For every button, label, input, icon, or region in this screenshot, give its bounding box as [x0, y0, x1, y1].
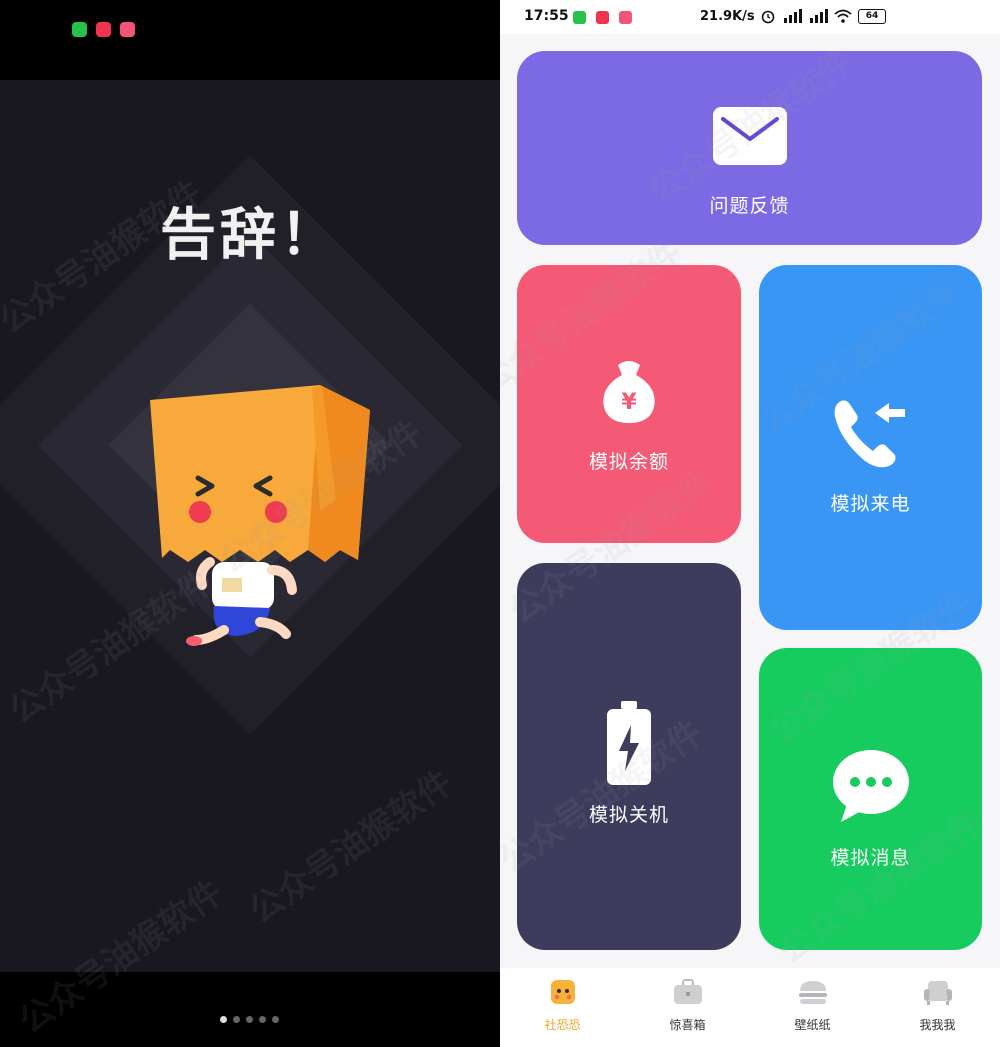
tab-wallpaper[interactable]: 壁纸纸: [750, 968, 875, 1047]
pager-dot[interactable]: [233, 1016, 240, 1023]
signal-icon: [810, 9, 828, 23]
right-screen: 17:55 21.9K/s 64 问题反馈 ¥ 模拟余额 模拟关机 模拟来电 模…: [500, 0, 1000, 1047]
pager-dot[interactable]: [246, 1016, 253, 1023]
fake-call-label: 模拟来电: [830, 493, 911, 515]
wechat-icon: [72, 22, 87, 37]
incoming-call-icon: [834, 400, 905, 468]
money-bag-icon: ¥: [603, 361, 655, 423]
paper-bag-mascot-illustration: [150, 385, 370, 646]
pager-dot[interactable]: [220, 1016, 227, 1023]
alarm-icon: [761, 10, 775, 24]
fake-shutdown-card[interactable]: 模拟关机: [517, 563, 741, 950]
wifi-icon: [834, 9, 852, 23]
tab-social[interactable]: 社恐恐: [500, 968, 625, 1047]
mascot-icon: [550, 980, 575, 1004]
tab-surprise-label: 惊喜箱: [669, 1018, 706, 1032]
farewell-headline: 告辞！: [160, 203, 340, 268]
pager-dots: [220, 1016, 279, 1023]
status-bar: 17:55 21.9K/s 64: [500, 0, 1000, 34]
left-status-bar: [0, 0, 500, 80]
fake-shutdown-label: 模拟关机: [588, 804, 669, 826]
signal-icon: [784, 9, 802, 23]
status-icons: 64: [760, 8, 886, 24]
pager-dot[interactable]: [272, 1016, 279, 1023]
battery-icon: [607, 701, 651, 785]
fake-call-card[interactable]: 模拟来电: [759, 265, 982, 630]
network-speed: 21.9K/s: [700, 9, 755, 24]
tab-social-label: 社恐恐: [544, 1018, 581, 1032]
envelope-icon: [712, 107, 787, 165]
hamburger-icon: [798, 981, 827, 1004]
app-red-icon: [96, 22, 111, 37]
briefcase-icon: [673, 979, 702, 1004]
tab-surprise[interactable]: 惊喜箱: [625, 968, 750, 1047]
battery-indicator: 64: [858, 8, 886, 24]
app-red-icon: [596, 11, 609, 24]
fake-balance-card[interactable]: ¥ 模拟余额: [517, 265, 741, 543]
bottom-tab-bar: 社恐恐 惊喜箱 壁纸纸 我我我: [500, 968, 1000, 1047]
status-time: 17:55: [524, 8, 569, 24]
sofa-icon: [923, 981, 952, 1005]
pager-dot[interactable]: [259, 1016, 266, 1023]
fake-balance-label: 模拟余额: [588, 451, 669, 473]
tab-wallpaper-label: 壁纸纸: [794, 1018, 831, 1032]
fake-message-label: 模拟消息: [830, 847, 911, 869]
app-pink-icon: [120, 22, 135, 37]
app-pink-icon: [619, 11, 632, 24]
left-screen: 告辞！ 公众号油猴软件 公众号油猴软件 公众号油猴软件 公众号油猴软件 公众号油…: [0, 0, 500, 1047]
feedback-label: 问题反馈: [709, 195, 790, 217]
wechat-icon: [573, 11, 586, 24]
feedback-card[interactable]: 问题反馈: [517, 51, 982, 245]
chat-bubble-icon: [832, 750, 909, 822]
tab-me-label: 我我我: [919, 1018, 956, 1032]
tab-me[interactable]: 我我我: [875, 968, 1000, 1047]
fake-message-card[interactable]: 模拟消息: [759, 648, 982, 950]
svg-text:¥: ¥: [621, 390, 637, 415]
